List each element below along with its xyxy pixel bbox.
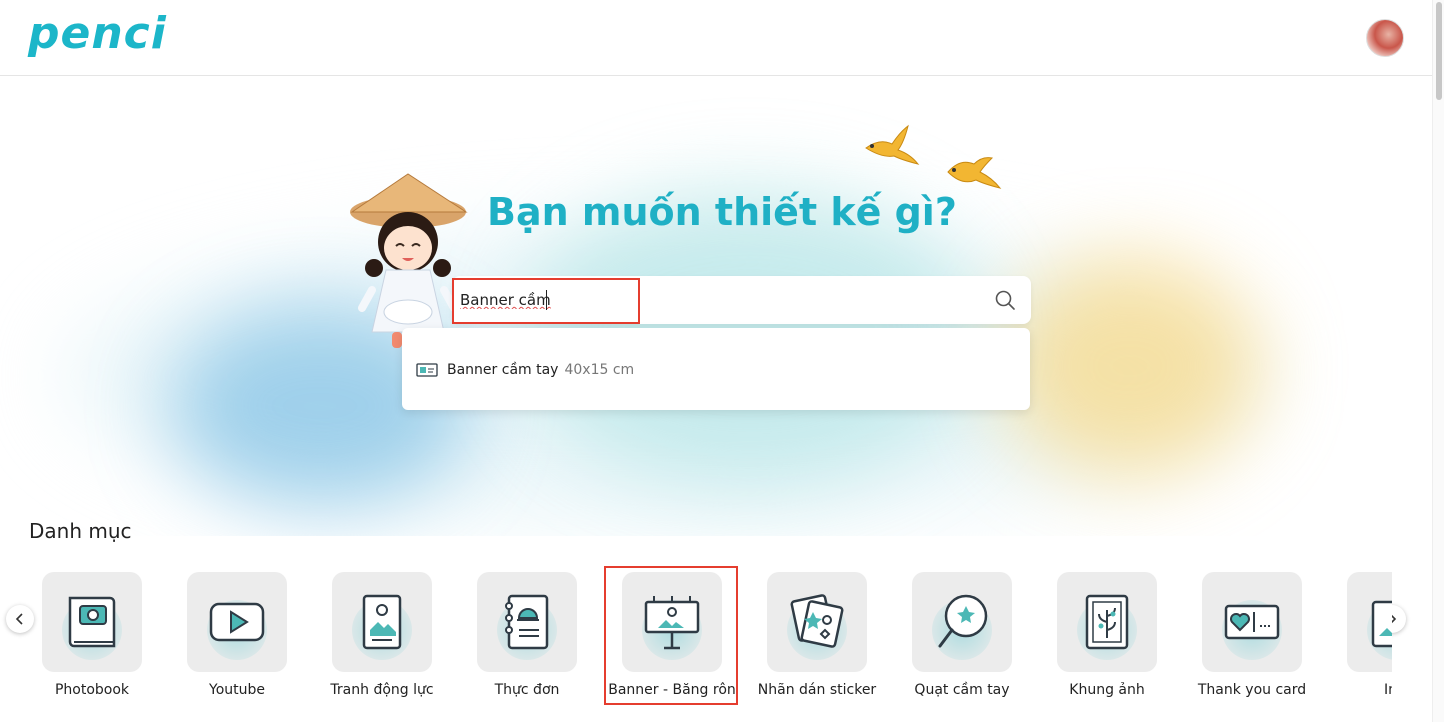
thank-you-card-icon — [1224, 604, 1280, 640]
page-scrollbar[interactable] — [1432, 0, 1444, 722]
suggestion-name: Banner cầm tay — [447, 362, 559, 378]
category-tile[interactable] — [187, 572, 287, 672]
category-thank-you-card[interactable]: Thank you card — [1198, 572, 1306, 712]
category-youtube[interactable]: Youtube — [187, 572, 287, 712]
category-tranh-dong-luc[interactable]: Tranh động lực — [330, 572, 434, 712]
hand-fan-icon — [938, 594, 988, 648]
category-label: Nhãn dán sticker — [757, 682, 877, 698]
chevron-left-icon — [15, 613, 23, 625]
sticker-icon — [790, 594, 844, 648]
category-tile[interactable] — [912, 572, 1012, 672]
search-suggestions-dropdown: Banner cầm tay 40x15 cm — [402, 328, 1030, 410]
top-header: penci — [0, 0, 1432, 76]
painting-icon — [362, 594, 402, 650]
category-tile[interactable] — [1347, 572, 1392, 672]
category-in-anh[interactable]: In ả — [1347, 572, 1392, 712]
carousel-prev-button[interactable] — [6, 605, 34, 633]
category-tile[interactable] — [767, 572, 867, 672]
category-label: Youtube — [209, 682, 265, 698]
search-highlight-box — [452, 278, 640, 324]
suggestion-item[interactable]: Banner cầm tay 40x15 cm — [416, 358, 634, 382]
category-tile[interactable] — [1057, 572, 1157, 672]
banner-icon — [416, 363, 438, 377]
category-label: Quạt cầm tay — [914, 682, 1010, 698]
categories-title: Danh mục — [29, 519, 132, 543]
category-nhan-dan-sticker[interactable]: Nhãn dán sticker — [758, 572, 876, 712]
category-tile[interactable] — [332, 572, 432, 672]
menu-icon — [505, 594, 549, 650]
hero-title: Bạn muốn thiết kế gì? — [487, 190, 957, 234]
category-label: Thực đơn — [494, 682, 560, 698]
photo-print-icon — [1371, 600, 1392, 648]
scrollbar-thumb[interactable] — [1436, 2, 1442, 100]
birds-illustration — [865, 124, 1002, 189]
category-tile[interactable] — [477, 572, 577, 672]
category-label: Thank you card — [1197, 682, 1307, 698]
photobook-icon — [68, 596, 116, 648]
youtube-icon — [209, 602, 265, 642]
category-label: Khung ảnh — [1069, 682, 1145, 698]
category-thuc-don[interactable]: Thực đơn — [477, 572, 577, 712]
category-label: In ả — [1383, 682, 1392, 698]
category-khung-anh[interactable]: Khung ảnh — [1057, 572, 1157, 712]
category-label: Photobook — [54, 682, 130, 698]
category-tile[interactable] — [1202, 572, 1302, 672]
search-icon[interactable] — [994, 289, 1016, 311]
category-tile[interactable] — [42, 572, 142, 672]
category-quat-cam-tay[interactable]: Quạt cầm tay — [912, 572, 1012, 712]
category-label: Tranh động lực — [330, 682, 434, 698]
user-avatar[interactable] — [1366, 19, 1404, 57]
penci-logo[interactable]: penci — [28, 8, 167, 59]
photo-frame-icon — [1085, 594, 1129, 650]
suggestion-size: 40x15 cm — [564, 362, 635, 378]
category-photobook[interactable]: Photobook — [42, 572, 142, 712]
billboard-icon — [644, 596, 700, 650]
